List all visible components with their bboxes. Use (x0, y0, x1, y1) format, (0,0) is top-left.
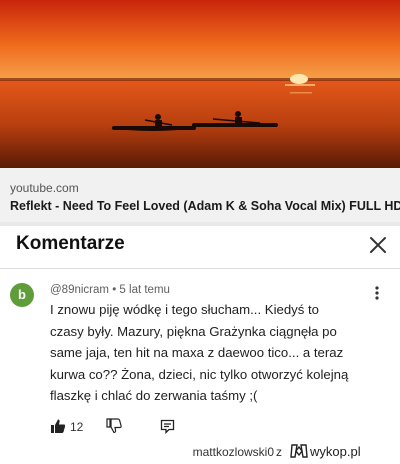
comment-line: czasy były. Mazury, piękna Grażynka ciąg… (50, 323, 337, 339)
meta-separator: • (112, 284, 117, 296)
comments-heading: Komentarze (16, 233, 125, 254)
comment-meta: @89nicram • 5 lat temu (50, 284, 170, 296)
comment-text: I znowu piję wódkę i tego słucham... Kie… (50, 299, 380, 407)
reply-button[interactable] (160, 419, 175, 435)
comment-line: flaszkę i chlać do zerwania taśmy ;( (50, 388, 258, 403)
thumbs-up-icon (51, 419, 66, 433)
link-domain: youtube.com (10, 181, 79, 195)
divider (0, 222, 400, 226)
comment-line: same jaja, ten hit na maxa z daewoo tico… (50, 345, 344, 360)
like-count: 12 (70, 420, 84, 434)
comment-actions: 12 (50, 418, 250, 438)
like-button[interactable] (50, 418, 66, 434)
comment-line: I znowu piję wódkę i tego słucham... Kie… (50, 302, 320, 317)
avatar[interactable]: b (10, 283, 34, 307)
watermark-author: mattkozlowski0 (192, 445, 274, 459)
comment-line: kurwa co?? Żona, dzieci, nic tylko otwor… (50, 366, 349, 382)
comment-author[interactable]: @89nicram (50, 284, 109, 296)
sunset-image (0, 0, 400, 168)
watermark-conjunction: z (276, 445, 282, 459)
video-title[interactable]: Reflekt - Need To Feel Loved (Adam K & S… (10, 199, 400, 213)
wykop-logo-icon (290, 443, 308, 459)
divider (0, 268, 400, 269)
video-thumbnail[interactable] (0, 0, 400, 168)
close-icon (370, 237, 386, 253)
thumbs-down-icon (106, 418, 122, 434)
dislike-button[interactable] (106, 418, 122, 434)
link-card[interactable] (0, 168, 400, 222)
close-button[interactable] (366, 233, 390, 257)
comment-time: 5 lat temu (119, 284, 170, 296)
watermark-site: wykop.pl (310, 444, 361, 459)
reply-icon (160, 419, 175, 435)
